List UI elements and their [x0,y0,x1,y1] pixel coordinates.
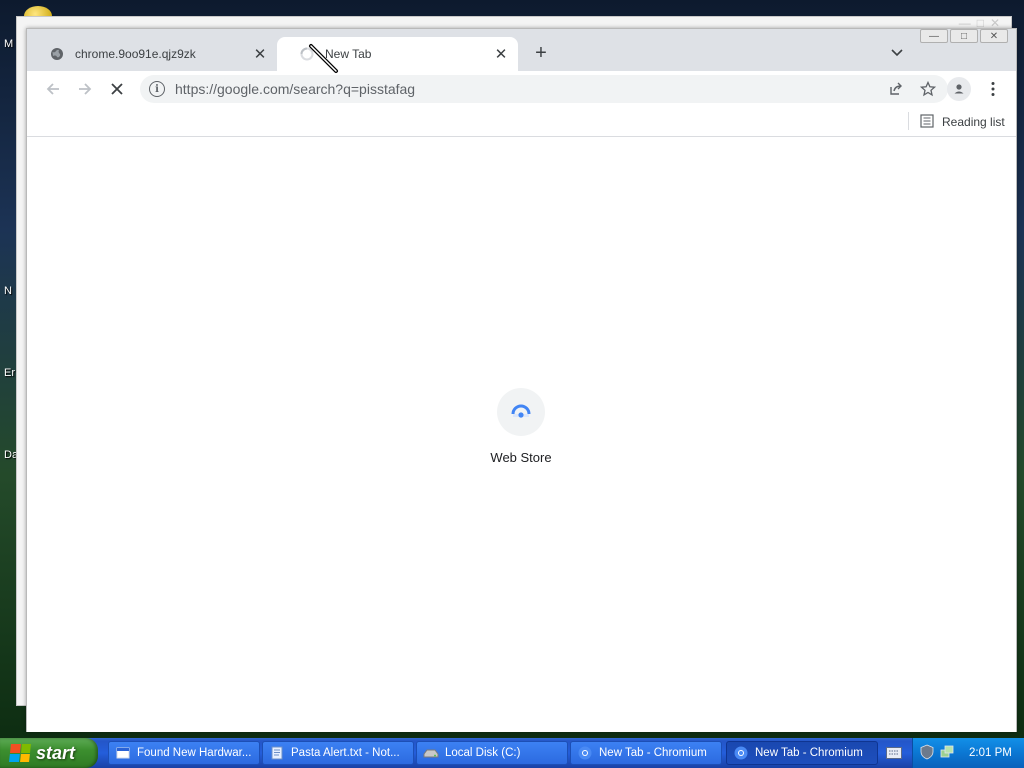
network-icon[interactable] [939,744,955,763]
reading-list-label: Reading list [942,115,1005,129]
taskbar-item-active[interactable]: New Tab - Chromium [726,741,878,765]
profile-button[interactable] [947,77,971,101]
reading-list-button[interactable]: Reading list [920,111,1005,133]
shortcut-tile[interactable]: Web Store [482,388,560,478]
arrow-right-icon[interactable] [71,75,99,103]
taskbar-item[interactable]: New Tab - Chromium [570,741,722,765]
tab-title: chrome.9oo91e.qjz9zk [75,47,196,61]
share-icon[interactable] [884,77,908,101]
desktop-icon-label[interactable]: M [4,38,13,50]
chromium-icon [577,745,593,761]
window-icon [115,745,131,761]
chevron-down-icon[interactable] [887,43,907,63]
stop-loading-button[interactable] [103,75,131,103]
browser-toolbar: i https://google.com/search?q=pisstafag [27,71,1016,107]
page-content: Web Store [27,138,1016,732]
taskbar-item-label: Found New Hardwar... [137,747,252,759]
system-tray: 2:01 PM [912,738,1024,768]
taskbar-item[interactable]: Found New Hardwar... [108,741,260,765]
mouse-cursor-icon [308,43,340,75]
desktop-icon-label[interactable]: Er [4,367,15,379]
chromium-icon [733,745,749,761]
bookmarks-bar: Reading list [27,107,1016,137]
close-icon[interactable]: ✕ [251,45,269,63]
clock[interactable]: 2:01 PM [969,747,1012,759]
shield-icon[interactable] [919,744,935,763]
kebab-menu-icon[interactable] [983,77,1003,101]
start-button[interactable]: start [0,738,98,768]
taskbar-item-label: New Tab - Chromium [755,747,863,759]
tab-title: New Tab [325,47,372,61]
windows-logo-icon [9,744,31,762]
close-button[interactable]: ✕ [980,29,1008,43]
taskbar-item[interactable]: Pasta Alert.txt - Not... [262,741,414,765]
window-controls: — □ ✕ [920,29,1008,43]
taskbar-item-label: New Tab - Chromium [599,747,707,759]
shortcut-tile-label: Web Store [490,450,552,465]
start-label: start [36,742,76,763]
star-icon[interactable] [916,77,940,101]
keyboard-icon[interactable] [884,744,904,762]
bookmarks-divider [908,112,909,130]
taskbar-item-label: Pasta Alert.txt - Not... [291,747,400,759]
globe-icon [49,46,65,62]
person-icon [951,81,967,97]
url-text[interactable]: https://google.com/search?q=pisstafag [175,81,884,97]
notepad-icon [269,745,285,761]
address-bar[interactable]: i https://google.com/search?q=pisstafag [140,75,948,103]
minimize-button[interactable]: — [920,29,948,43]
taskbar: start Found New Hardwar... Pasta Alert.t… [0,738,1024,768]
close-icon[interactable]: ✕ [492,45,510,63]
drive-icon [423,745,439,761]
tab-strip: chrome.9oo91e.qjz9zk ✕ New Tab ✕ + — □ ✕ [27,29,1016,71]
taskbar-item-label: Local Disk (C:) [445,747,521,759]
new-tab-button[interactable]: + [529,41,553,65]
reading-list-icon [920,113,934,131]
web-store-icon [497,388,545,436]
arrow-left-icon[interactable] [39,75,67,103]
maximize-button[interactable]: □ [950,29,978,43]
browser-window: chrome.9oo91e.qjz9zk ✕ New Tab ✕ + — □ ✕ [26,28,1017,732]
tab-inactive[interactable]: chrome.9oo91e.qjz9zk ✕ [27,37,277,71]
desktop-icon-label[interactable]: N [4,285,12,297]
info-icon[interactable]: i [149,81,165,97]
taskbar-item[interactable]: Local Disk (C:) [416,741,568,765]
